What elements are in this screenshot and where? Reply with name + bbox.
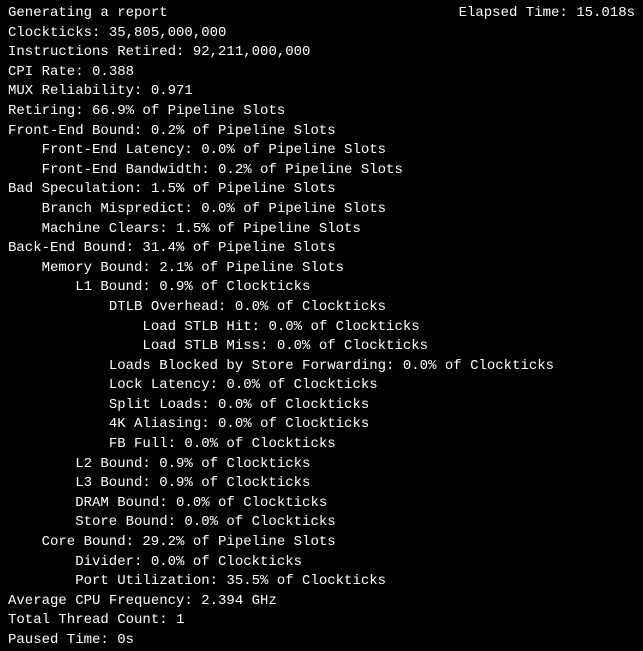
bad-speculation-metric: Bad Speculation: 1.5% of Pipeline Slots [8,180,635,200]
fb-full-metric: FB Full: 0.0% of Clockticks [8,435,635,455]
instructions-retired-metric: Instructions Retired: 92,211,000,000 [8,43,635,63]
dram-bound-metric: DRAM Bound: 0.0% of Clockticks [8,494,635,514]
report-header: Generating a report Elapsed Time: 15.018… [8,4,635,24]
elapsed-value: 15.018s [576,5,635,21]
cpi-rate-metric: CPI Rate: 0.388 [8,63,635,83]
lock-latency-metric: Lock Latency: 0.0% of Clockticks [8,376,635,396]
front-end-latency-metric: Front-End Latency: 0.0% of Pipeline Slot… [8,141,635,161]
back-end-bound-metric: Back-End Bound: 31.4% of Pipeline Slots [8,239,635,259]
loads-blocked-metric: Loads Blocked by Store Forwarding: 0.0% … [8,357,635,377]
core-bound-metric: Core Bound: 29.2% of Pipeline Slots [8,533,635,553]
l3-bound-metric: L3 Bound: 0.9% of Clockticks [8,474,635,494]
elapsed-time: Elapsed Time: 15.018s [459,4,635,24]
load-stlb-miss-metric: Load STLB Miss: 0.0% of Clockticks [8,337,635,357]
paused-time-metric: Paused Time: 0s [8,631,635,651]
front-end-bound-metric: Front-End Bound: 0.2% of Pipeline Slots [8,122,635,142]
l1-bound-metric: L1 Bound: 0.9% of Clockticks [8,278,635,298]
front-end-bandwidth-metric: Front-End Bandwidth: 0.2% of Pipeline Sl… [8,161,635,181]
total-thread-count-metric: Total Thread Count: 1 [8,611,635,631]
machine-clears-metric: Machine Clears: 1.5% of Pipeline Slots [8,220,635,240]
divider-metric: Divider: 0.0% of Clockticks [8,553,635,573]
elapsed-label: Elapsed Time: [459,5,568,21]
branch-mispredict-metric: Branch Mispredict: 0.0% of Pipeline Slot… [8,200,635,220]
store-bound-metric: Store Bound: 0.0% of Clockticks [8,513,635,533]
load-stlb-hit-metric: Load STLB Hit: 0.0% of Clockticks [8,318,635,338]
port-utilization-metric: Port Utilization: 35.5% of Clockticks [8,572,635,592]
memory-bound-metric: Memory Bound: 2.1% of Pipeline Slots [8,259,635,279]
avg-cpu-frequency-metric: Average CPU Frequency: 2.394 GHz [8,592,635,612]
retiring-metric: Retiring: 66.9% of Pipeline Slots [8,102,635,122]
aliasing-4k-metric: 4K Aliasing: 0.0% of Clockticks [8,415,635,435]
split-loads-metric: Split Loads: 0.0% of Clockticks [8,396,635,416]
clockticks-metric: Clockticks: 35,805,000,000 [8,24,635,44]
report-title: Generating a report [8,4,168,24]
dtlb-overhead-metric: DTLB Overhead: 0.0% of Clockticks [8,298,635,318]
mux-reliability-metric: MUX Reliability: 0.971 [8,82,635,102]
l2-bound-metric: L2 Bound: 0.9% of Clockticks [8,455,635,475]
